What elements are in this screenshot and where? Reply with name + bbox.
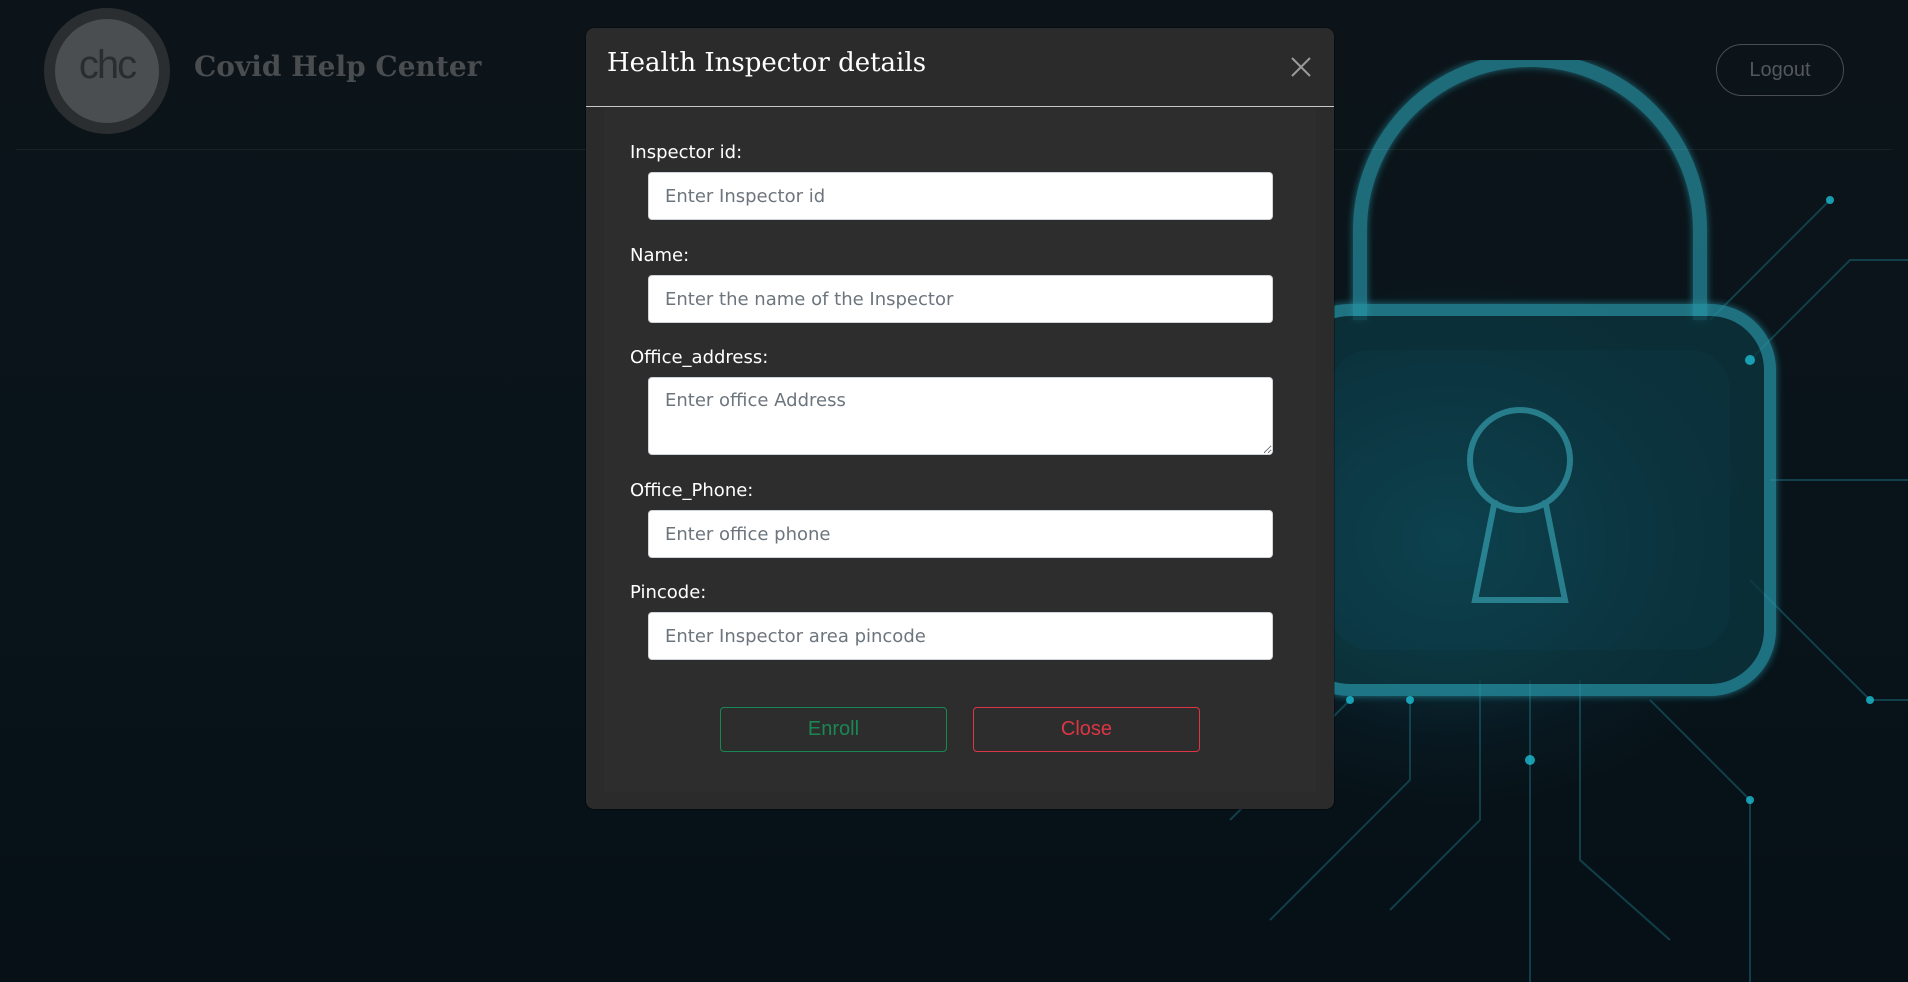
close-icon[interactable] bbox=[1288, 54, 1314, 80]
name-label: Name: bbox=[630, 245, 690, 266]
close-button[interactable]: Close bbox=[973, 707, 1200, 752]
pincode-input[interactable] bbox=[648, 612, 1273, 660]
brand-name[interactable]: Covid Help Center bbox=[194, 50, 481, 83]
logo-text: chc bbox=[78, 43, 137, 87]
logo-badge: chc bbox=[55, 19, 159, 123]
office-phone-input[interactable] bbox=[648, 510, 1273, 558]
page: chc Covid Help Center Logout Health Insp… bbox=[0, 0, 1908, 982]
office-address-label: Office_address: bbox=[630, 347, 769, 368]
pincode-label: Pincode: bbox=[630, 582, 707, 603]
office-address-textarea[interactable] bbox=[648, 377, 1273, 455]
modal-header: Health Inspector details bbox=[586, 28, 1334, 107]
logout-button[interactable]: Logout bbox=[1716, 44, 1844, 96]
logo[interactable]: chc bbox=[44, 8, 170, 134]
modal-title: Health Inspector details bbox=[607, 48, 927, 78]
name-input[interactable] bbox=[648, 275, 1273, 323]
inspector-id-input[interactable] bbox=[648, 172, 1273, 220]
office-phone-label: Office_Phone: bbox=[630, 480, 754, 501]
inspector-id-label: Inspector id: bbox=[630, 142, 743, 163]
enroll-button[interactable]: Enroll bbox=[720, 707, 947, 752]
